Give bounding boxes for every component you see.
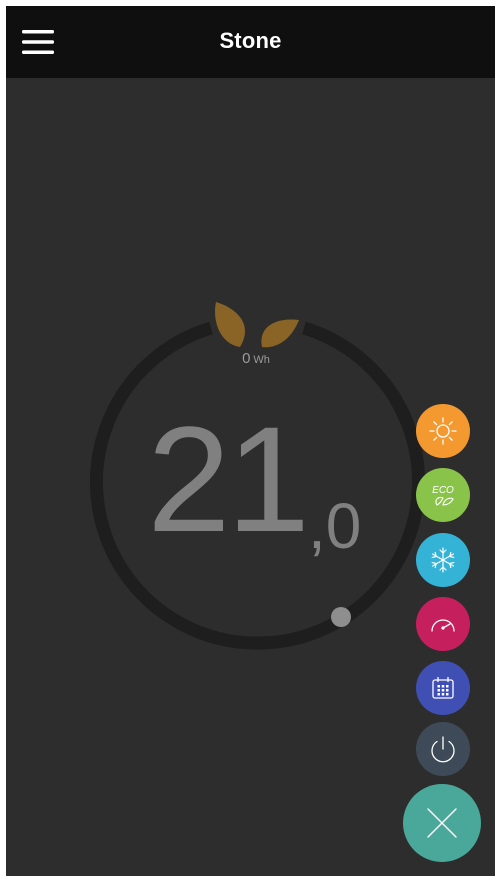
- eco-label: ECO: [432, 485, 454, 496]
- app-screen: Stone 0 Wh 21 ,0 ECO: [6, 6, 495, 876]
- leaf-icon: [215, 302, 299, 348]
- off-mode-button[interactable]: [416, 722, 470, 776]
- comfort-mode-button[interactable]: [416, 404, 470, 458]
- energy-readout: 0 Wh: [206, 350, 306, 368]
- temperature-knob[interactable]: [331, 607, 351, 627]
- frost-protection-mode-button[interactable]: [416, 533, 470, 587]
- boost-mode-button[interactable]: [416, 597, 470, 651]
- speedometer-icon: [431, 619, 455, 632]
- sun-icon: [429, 417, 457, 445]
- temperature-decimal: ,0: [308, 490, 362, 562]
- energy-unit: Wh: [253, 354, 270, 366]
- power-icon: [431, 736, 455, 763]
- temperature-integer: 21: [147, 395, 310, 563]
- snowflake-icon: [431, 547, 455, 573]
- close-button[interactable]: [403, 784, 481, 862]
- close-icon: [427, 808, 457, 838]
- eco-mode-button[interactable]: ECO: [416, 468, 470, 522]
- schedule-mode-button[interactable]: [416, 661, 470, 715]
- energy-value: 0: [242, 350, 251, 367]
- calendar-icon: [432, 676, 454, 699]
- eco-icon: ECO: [432, 485, 454, 506]
